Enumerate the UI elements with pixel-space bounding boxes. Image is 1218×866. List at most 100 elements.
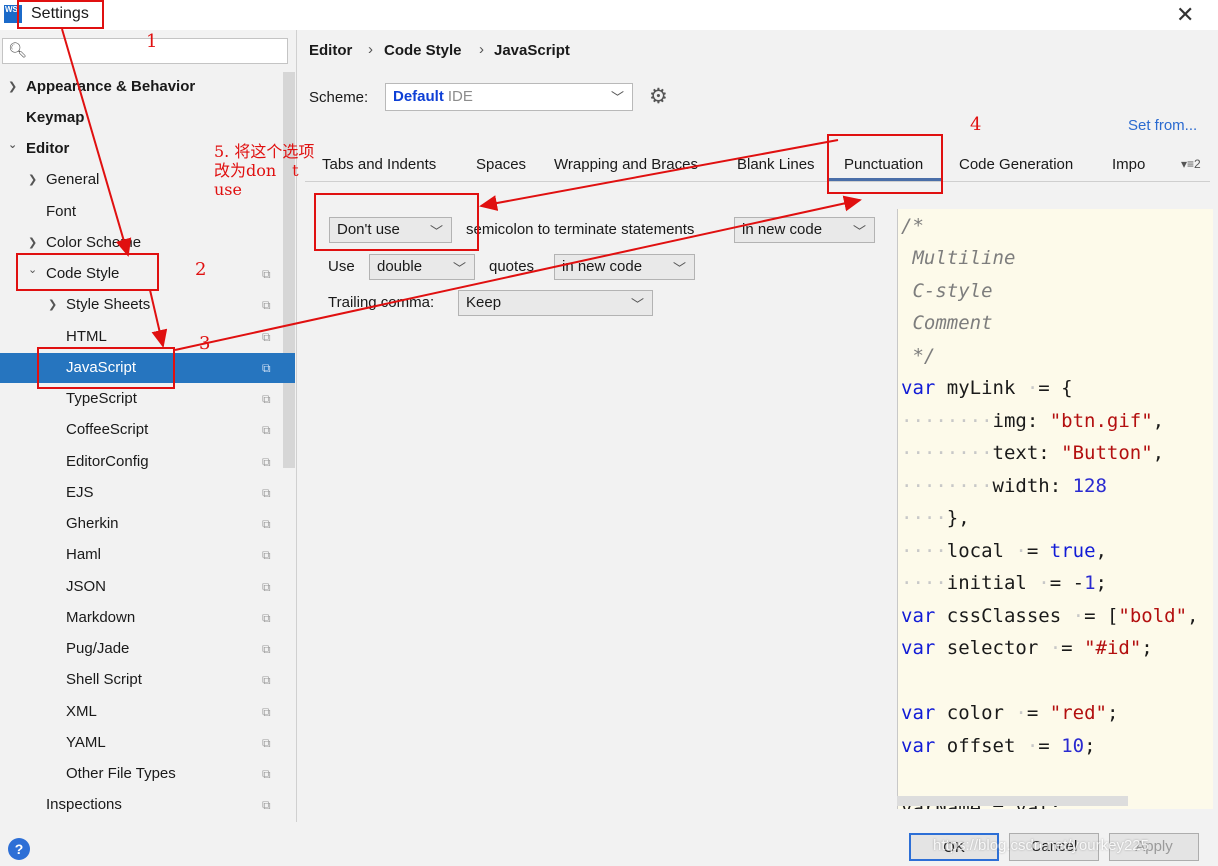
annotation-number-4: 4: [970, 114, 982, 135]
copy-icon: ⧉: [262, 392, 271, 406]
code-line: var selector ·= "#id";: [901, 637, 1153, 659]
sidebar-item-coffeescript[interactable]: CoffeeScript ⧉: [66, 415, 296, 445]
sidebar-item-other-file-types[interactable]: Other File Types ⧉: [66, 759, 296, 789]
sidebar-item-general[interactable]: ❯ General: [28, 165, 99, 195]
quotes-scope-value: in new code: [562, 258, 643, 275]
scheme-select[interactable]: Default IDE ﹀: [385, 83, 633, 111]
quotes-scope-select[interactable]: in new code ﹀: [554, 254, 695, 280]
sidebar-item-label: XML: [66, 703, 97, 720]
annotation-number-3: 3: [199, 333, 211, 354]
code-line: var cssClasses ·= ["bold", "red",];: [901, 605, 1213, 627]
tab-code-generation[interactable]: Code Generation: [959, 156, 1073, 173]
sidebar-item-font[interactable]: Font: [46, 197, 76, 227]
breadcrumb-editor: Editor: [309, 42, 353, 59]
quotes-label: quotes: [489, 258, 535, 275]
copy-icon: ⧉: [262, 736, 271, 750]
annotation-note-line: use: [214, 180, 242, 199]
code-line: var offset ·= 10;: [901, 735, 1096, 757]
sidebar-item-label: Other File Types: [66, 765, 176, 782]
sidebar-item-editor[interactable]: ⌄ Editor: [8, 134, 70, 164]
search-input[interactable]: 🔍︎: [2, 38, 288, 64]
tabs-divider: [305, 181, 1210, 182]
sidebar-item-label: CoffeeScript: [66, 421, 149, 438]
chevron-down-icon: ﹀: [610, 90, 624, 105]
copy-icon: ⧉: [262, 330, 271, 344]
code-line: var color ·= "red";: [901, 702, 1119, 724]
copy-icon: ⧉: [262, 548, 271, 562]
sidebar-item-label: TypeScript: [66, 390, 137, 407]
trailing-comma-value: Keep: [466, 294, 502, 311]
annotation-number-2: 2: [195, 259, 207, 280]
annotation-box-punctuation: [827, 134, 943, 194]
chevron-down-icon: ⌄: [8, 139, 18, 151]
copy-icon: ⧉: [262, 580, 271, 594]
quotes-select[interactable]: double ﹀: [369, 254, 475, 280]
tab-spaces[interactable]: Spaces: [476, 156, 526, 173]
sidebar-item-yaml[interactable]: YAML ⧉: [66, 728, 296, 758]
scheme-suffix: IDE: [447, 88, 473, 105]
sidebar-item-label: EJS: [66, 484, 94, 501]
help-icon[interactable]: ?: [8, 838, 30, 860]
code-line: C-style: [901, 280, 993, 302]
close-icon[interactable]: ✕: [1176, 2, 1194, 28]
preview-horizontal-scrollbar[interactable]: [897, 796, 1128, 806]
semicolon-scope-value: in new code: [742, 221, 823, 238]
annotation-box-semicolon: [314, 193, 479, 251]
trailing-comma-select[interactable]: Keep ﹀: [458, 290, 653, 316]
semicolon-scope-select[interactable]: in new code ﹀: [734, 217, 875, 243]
sidebar-item-style-sheets[interactable]: ❯ Style Sheets ⧉: [48, 290, 296, 320]
copy-icon: ⧉: [262, 455, 271, 469]
sidebar-item-gherkin[interactable]: Gherkin ⧉: [66, 509, 296, 539]
scheme-label: Scheme:: [309, 89, 369, 106]
sidebar-item-pug-jade[interactable]: Pug/Jade ⧉: [66, 634, 296, 664]
sidebar-item-label: Editor: [26, 140, 70, 157]
annotation-box-code-style: [16, 253, 159, 291]
sidebar-item-label: Keymap: [26, 109, 85, 126]
gear-icon[interactable]: ⚙: [649, 84, 668, 109]
sidebar-item-markdown[interactable]: Markdown ⧉: [66, 603, 296, 633]
sidebar-item-label: Inspections: [46, 796, 122, 813]
tab-imports[interactable]: Impo: [1112, 156, 1145, 173]
trailing-comma-label: Trailing comma:: [328, 294, 435, 311]
copy-icon: ⧉: [262, 361, 271, 375]
copy-icon: ⧉: [262, 423, 271, 437]
tab-blank-lines[interactable]: Blank Lines: [737, 156, 815, 173]
sidebar-item-label: JSON: [66, 578, 107, 595]
sidebar-item-haml[interactable]: Haml ⧉: [66, 540, 296, 570]
sidebar-item-label: Style Sheets: [66, 296, 151, 313]
sidebar-item-shell-script[interactable]: Shell Script ⧉: [66, 665, 296, 695]
annotation-arrow-4: [479, 139, 839, 211]
sidebar-item-label: Pug/Jade: [66, 640, 130, 657]
sidebar-item-keymap[interactable]: Keymap: [26, 103, 84, 133]
copy-icon: ⧉: [262, 298, 271, 312]
code-line: ········img: "btn.gif",: [901, 410, 1165, 432]
semicolon-label: semicolon to terminate statements: [466, 221, 695, 238]
tabs-overflow-menu[interactable]: ▾≡2: [1181, 157, 1201, 171]
quotes-select-value: double: [377, 258, 423, 275]
chevron-down-icon: ﹀: [672, 261, 686, 276]
code-line: ····},: [901, 507, 970, 529]
code-line: ········width: 128: [901, 475, 1107, 497]
breadcrumb-separator: ›: [479, 41, 484, 58]
use-label: Use: [328, 258, 355, 275]
annotation-note: 5. 将这个选项 改为don t use: [214, 142, 364, 199]
tab-wrapping-and-braces[interactable]: Wrapping and Braces: [554, 156, 698, 173]
code-line: Multiline: [901, 247, 1016, 269]
sidebar-item-appearance-behavior[interactable]: ❯ Appearance & Behavior: [8, 72, 196, 102]
sidebar-item-editorconfig[interactable]: EditorConfig ⧉: [66, 447, 296, 477]
sidebar-item-xml[interactable]: XML ⧉: [66, 697, 296, 727]
copy-icon: ⧉: [262, 611, 271, 625]
sidebar-item-label: Gherkin: [66, 515, 119, 532]
chevron-right-icon: ❯: [28, 174, 38, 186]
sidebar-item-label: Color Scheme: [46, 234, 142, 251]
sidebar-item-json[interactable]: JSON ⧉: [66, 572, 296, 602]
code-line: Comment: [901, 312, 993, 334]
sidebar-item-inspections[interactable]: Inspections ⧉: [46, 790, 296, 820]
sidebar-item-label: Appearance & Behavior: [26, 78, 196, 95]
code-line: ········text: "Button",: [901, 442, 1165, 464]
breadcrumb-separator: ›: [368, 41, 373, 58]
set-from-link[interactable]: Set from...: [1128, 117, 1197, 134]
chevron-down-icon: ﹀: [452, 261, 466, 276]
copy-icon: ⧉: [262, 767, 271, 781]
sidebar-item-ejs[interactable]: EJS ⧉: [66, 478, 296, 508]
